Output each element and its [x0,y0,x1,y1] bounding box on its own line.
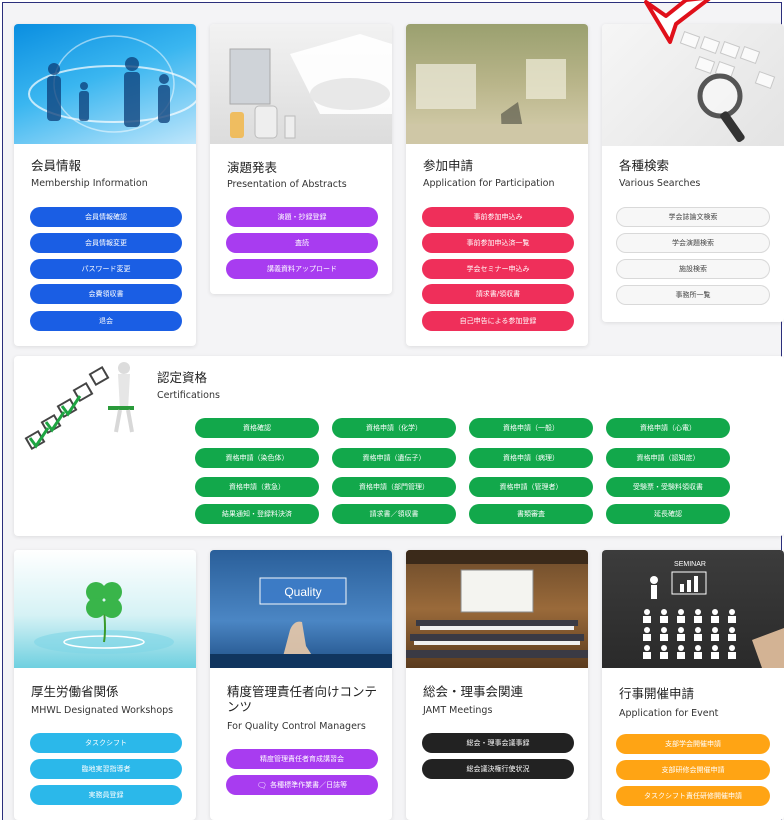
red-arrow-icon [644,0,711,44]
event-subtitle: Application for Event [619,708,719,719]
participation-title: 参加申請 [423,158,474,173]
searches-title: 各種検索 [619,158,670,173]
cert-button[interactable]: 資格申請（一般） [469,418,593,438]
self-report-registration-button[interactable]: 自己申告による参加登録 [422,311,574,331]
cert-button[interactable]: 資格申請（管理者） [469,477,593,497]
meetings-subtitle: JAMT Meetings [423,705,493,716]
pre-registration-list-button[interactable]: 事前参加申込済一覧 [422,233,574,253]
mhwl-title: 厚生労働省関係 [31,684,119,699]
quality-title-line2: ンツ [227,699,253,714]
mhwl-image [14,550,196,668]
task-shift-button[interactable]: タスクシフト [30,733,182,753]
cert-button[interactable]: 資格申請（染色体） [195,448,319,468]
membership-card: 会員情報 Membership Information 会員情報確認 会員情報変… [14,24,196,346]
participation-subtitle: Application for Participation [423,178,555,189]
mhwl-card: 厚生労働省関係 MHWL Designated Workshops タスクシフト… [14,550,196,820]
searches-subtitle: Various Searches [619,178,701,189]
practitioner-registration-button[interactable]: 実務員登録 [30,785,182,805]
cert-button[interactable]: 資格申請（病理） [469,448,593,468]
task-shift-training-button[interactable]: タスクシフト責任研修開催申請 [616,786,770,806]
quality-card: Quality 精度管理責任者向けコンテ ンツ For Quality Cont… [210,550,392,820]
membership-edit-button[interactable]: 会員情報変更 [30,233,182,253]
membership-image [14,24,196,144]
qc-training-button[interactable]: 精度管理責任者育成講習会 [226,749,378,769]
event-image-label: SEMINAR [674,561,706,568]
checklist-icon [24,362,134,451]
quality-title-line1: 精度管理責任者向けコンテ [227,684,378,699]
cert-button[interactable]: 資格申請（心電） [606,418,730,438]
membership-subtitle: Membership Information [31,178,148,189]
facility-search-button[interactable]: 施設検索 [616,259,770,279]
quality-subtitle: For Quality Control Managers [227,721,366,732]
cert-button[interactable]: 資格申請（救急） [195,477,319,497]
office-list-button[interactable]: 事務所一覧 [616,285,770,305]
abstract-register-button[interactable]: 演題・抄録登録 [226,207,378,227]
branch-conference-button[interactable]: 支部学会開催申請 [616,734,770,754]
meetings-image [406,550,588,668]
invoice-receipt-button[interactable]: 請求書/領収書 [422,284,574,304]
clinical-instructor-button[interactable]: 臨地実習指導者 [30,759,182,779]
journal-search-button[interactable]: 学会誌論文検索 [616,207,770,227]
password-change-button[interactable]: パスワード変更 [30,259,182,279]
certifications-subtitle: Certifications [157,390,220,401]
cert-button[interactable]: 資格申請（認知症） [606,448,730,468]
certifications-title: 認定資格 [157,370,208,385]
seminar-application-button[interactable]: 学会セミナー申込み [422,259,574,279]
cert-button[interactable]: 請求書／領収書 [332,504,456,524]
cert-button[interactable]: 資格申請（化学） [332,418,456,438]
minutes-button[interactable]: 総会・理事会議事録 [422,733,574,753]
cert-button[interactable]: 書類審査 [469,504,593,524]
event-card: SEMINAR 行事開催申請 Application for Event 支部学… [602,550,784,820]
participation-image [406,24,588,144]
presentation-search-button[interactable]: 学会演題検索 [616,233,770,253]
cert-button[interactable]: 受験票・受験料領収書 [606,477,730,497]
cert-button[interactable]: 資格申請（部門管理） [332,477,456,497]
withdraw-button[interactable]: 退会 [30,311,182,331]
peer-review-button[interactable]: 査読 [226,233,378,253]
membership-confirm-button[interactable]: 会員情報確認 [30,207,182,227]
standard-procedures-label: 各種標準作業書／日誌等 [270,781,348,789]
cert-button[interactable]: 資格申請（遺伝子） [332,448,456,468]
lecture-upload-button[interactable]: 講義資料アップロード [226,259,378,279]
cert-button[interactable]: 延長確認 [606,504,730,524]
abstracts-subtitle: Presentation of Abstracts [227,179,347,190]
voting-status-button[interactable]: 総会議決権行使状況 [422,759,574,779]
searches-card: 各種検索 Various Searches 学会誌論文検索 学会演題検索 施設検… [602,24,784,322]
participation-card: 参加申請 Application for Participation 事前参加申… [406,24,588,346]
membership-title: 会員情報 [31,158,82,173]
quality-image-label: Quality [284,585,321,599]
event-image: SEMINAR [602,550,784,668]
pre-registration-button[interactable]: 事前参加申込み [422,207,574,227]
event-title: 行事開催申請 [619,686,695,701]
standard-procedures-button[interactable]: 🗨 各種標準作業書／日誌等 [226,775,378,795]
fee-receipt-button[interactable]: 会費領収書 [30,284,182,304]
mhwl-subtitle: MHWL Designated Workshops [31,705,174,716]
comment-icon: 🗨 [256,780,268,790]
abstracts-title: 演題発表 [227,160,278,175]
abstracts-card: 演題発表 Presentation of Abstracts 演題・抄録登録 査… [210,24,392,294]
branch-workshop-button[interactable]: 支部研修会開催申請 [616,760,770,780]
cert-button[interactable]: 資格確認 [195,418,319,438]
meetings-title: 総会・理事会関連 [423,684,524,699]
quality-image: Quality [210,550,392,668]
meetings-card: 総会・理事会関連 JAMT Meetings 総会・理事会議事録 総会議決権行使… [406,550,588,820]
cert-button[interactable]: 結果通知・登録料決済 [195,504,319,524]
abstracts-image [210,24,392,144]
certifications-card: 認定資格 Certifications 資格確認 資格申請（化学） 資格申請（一… [14,356,784,536]
